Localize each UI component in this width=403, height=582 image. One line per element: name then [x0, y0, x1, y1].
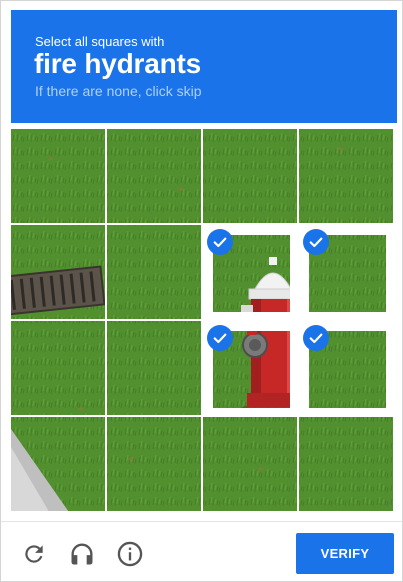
grid-tile[interactable]: [203, 321, 297, 415]
grid-tile[interactable]: [107, 129, 201, 223]
info-icon: [117, 541, 143, 567]
selected-check-icon: [303, 229, 329, 255]
grid-tile[interactable]: [107, 417, 201, 511]
target-object: fire hydrants: [34, 48, 201, 79]
selected-check-icon: [207, 229, 233, 255]
tile-image: [299, 417, 393, 511]
grid-tile[interactable]: [299, 417, 393, 511]
skip-hint: If there are none, click skip: [35, 83, 202, 99]
challenge-header: Select all squares with fire hydrants If…: [11, 10, 397, 123]
grid-tile[interactable]: [299, 321, 393, 415]
grid-tile[interactable]: [107, 321, 201, 415]
grid-tile[interactable]: [299, 129, 393, 223]
tile-image: [11, 417, 105, 511]
tile-image: [107, 321, 201, 415]
grid-tile[interactable]: [299, 225, 393, 319]
tile-image: [11, 321, 105, 415]
help-info-button[interactable]: [114, 538, 146, 570]
tile-image: [203, 417, 297, 511]
grid-tile[interactable]: [203, 225, 297, 319]
audio-challenge-button[interactable]: [66, 538, 98, 570]
tile-image: [11, 225, 105, 319]
tile-image: [11, 129, 105, 223]
selected-check-icon: [207, 325, 233, 351]
grid-tile[interactable]: [203, 417, 297, 511]
grid-tile[interactable]: [11, 225, 105, 319]
selected-check-icon: [303, 325, 329, 351]
grid-tile[interactable]: [11, 129, 105, 223]
reload-icon: [25, 545, 43, 563]
tile-image: [107, 129, 201, 223]
grid-tile[interactable]: [107, 225, 201, 319]
tile-image: [203, 129, 297, 223]
image-grid: [11, 129, 397, 515]
grid-tile[interactable]: [11, 417, 105, 511]
captcha-widget: Select all squares with fire hydrants If…: [0, 0, 403, 582]
tile-image: [299, 129, 393, 223]
tile-image: [107, 225, 201, 319]
instruction-text: Select all squares with: [35, 34, 165, 49]
grid-tile[interactable]: [11, 321, 105, 415]
footer-divider: [1, 521, 402, 522]
verify-button[interactable]: VERIFY: [296, 533, 394, 574]
grid-tile[interactable]: [203, 129, 297, 223]
audio-headphones-icon: [71, 543, 93, 565]
reload-button[interactable]: [18, 538, 50, 570]
tile-image: [107, 417, 201, 511]
